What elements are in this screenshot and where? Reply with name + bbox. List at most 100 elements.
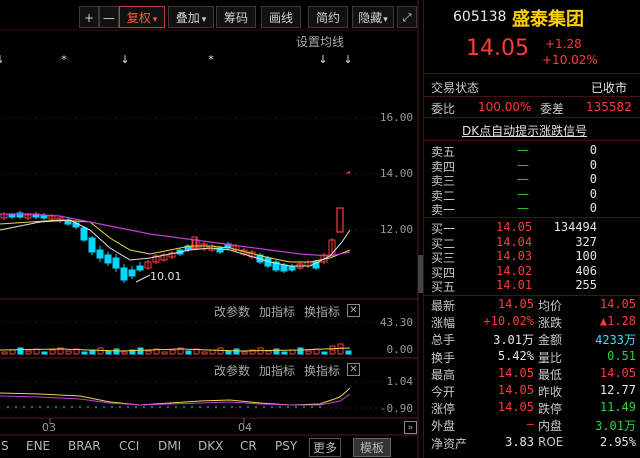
huaxian-button[interactable]: 画线: [261, 6, 301, 28]
fullscreen-icon[interactable]: ⤢: [397, 6, 417, 28]
tab-more[interactable]: 更多: [309, 438, 342, 457]
volume-bar: [305, 350, 312, 355]
volume-bar: [113, 348, 120, 355]
signal-link[interactable]: DK点自动提示涨跌信号: [462, 122, 587, 139]
event-marker-icon: *: [208, 53, 214, 66]
stock-code: 605138: [453, 9, 507, 25]
add-indicator-button[interactable]: 加指标: [259, 362, 295, 379]
sell-level-price: —: [517, 186, 529, 201]
stat-label: ROE: [538, 434, 564, 449]
switch-indicator-button[interactable]: 换指标: [304, 362, 340, 379]
price-axis-label: 12.00: [379, 223, 413, 236]
volume-bar: [97, 347, 104, 355]
indicator-axis-label: 43.30: [379, 316, 413, 329]
ma-line-white: [0, 219, 351, 267]
weicha-label: 委差: [540, 102, 565, 116]
stat-label: 内盘: [538, 419, 563, 434]
tab-cr[interactable]: CR: [240, 439, 257, 453]
sell-level-volume: 0: [589, 157, 597, 172]
event-marker-icon: *: [61, 53, 67, 66]
volume-bar: [105, 350, 112, 355]
candle-body: [336, 207, 344, 233]
chouma-button[interactable]: 筹码: [216, 6, 256, 28]
buy-level-volume: 134494: [553, 220, 597, 234]
volume-bar: [201, 351, 208, 355]
volume-bar: [81, 351, 88, 355]
diejia-label: 叠加: [175, 11, 200, 25]
stat-label: 今开: [431, 385, 456, 399]
low-pointer: [135, 274, 151, 283]
volume-bar: [65, 350, 72, 355]
stat-label: 昨收: [538, 385, 563, 399]
volume-bar: [49, 349, 56, 355]
volume-bar: [345, 350, 352, 355]
fuquan-dropdown[interactable]: 复权 ▾: [119, 6, 165, 28]
stat-value: 3.83: [505, 434, 534, 449]
candle-body: [88, 237, 96, 253]
weibi-label: 委比: [431, 102, 456, 116]
tab-dmi[interactable]: DMI: [158, 439, 181, 453]
ma-settings-link[interactable]: 设置均线: [296, 33, 344, 50]
stat-value: +10.02%: [483, 314, 534, 329]
fuquan-label: 复权: [126, 11, 151, 25]
oscillator-line: [0, 387, 351, 406]
change-params-button[interactable]: 改参数: [214, 362, 250, 379]
oscillator-signal-line: [0, 393, 351, 406]
stat-label: 金额: [538, 333, 563, 348]
volume-bar: [241, 351, 248, 355]
close-icon[interactable]: ✕: [347, 304, 360, 317]
buy-level-volume: 255: [575, 278, 597, 293]
status-label: 交易状态: [431, 81, 480, 95]
stock-name: 盛泰集团: [512, 9, 584, 30]
low-price-marker: 10.01: [150, 270, 182, 283]
tab-cci[interactable]: CCI: [119, 439, 139, 453]
volume-bar: [137, 347, 144, 355]
buy-level-price: 14.04: [496, 234, 533, 249]
stat-label: 涨幅: [431, 316, 456, 331]
tab-template[interactable]: 模板: [353, 438, 392, 457]
sell-level-label: 卖一: [431, 203, 456, 218]
volume-bar: [1, 351, 8, 355]
change-params-button[interactable]: 改参数: [214, 303, 250, 320]
stat-value: 11.49: [599, 400, 636, 415]
stat-label: 量比: [538, 350, 563, 365]
zoom-out-button[interactable]: —: [99, 6, 119, 28]
stat-value: 14.05: [497, 297, 534, 311]
kline-chart[interactable]: ↓ * ↓ * ↓ ↓: [0, 0, 423, 458]
sell-level-price: —: [517, 157, 529, 172]
tab-ene[interactable]: ENE: [26, 439, 50, 453]
candle-body: [128, 269, 136, 277]
switch-indicator-button[interactable]: 换指标: [304, 303, 340, 320]
event-marker-icon: ↓: [120, 53, 129, 66]
candle-body: [136, 265, 144, 271]
candle-body: [8, 214, 16, 218]
zoom-in-button[interactable]: +: [79, 6, 99, 28]
yincang-label: 隐藏: [358, 11, 383, 25]
volume-bar: [121, 351, 128, 355]
tab-s[interactable]: S: [1, 439, 9, 453]
volume-bar: [265, 350, 272, 355]
stat-value: 14.05: [497, 383, 534, 397]
candle-body: [104, 254, 112, 264]
diejia-dropdown[interactable]: 叠加 ▾: [168, 6, 214, 28]
price-axis-label: 16.00: [379, 111, 413, 124]
yincang-dropdown[interactable]: 隐藏▾: [352, 6, 394, 28]
tab-dkx[interactable]: DKX: [198, 439, 223, 453]
stat-value: 3.01万: [595, 419, 636, 434]
close-icon[interactable]: ✕: [347, 363, 360, 376]
candle-body: [280, 264, 288, 272]
add-indicator-button[interactable]: 加指标: [259, 303, 295, 320]
volume-bar: [9, 349, 16, 355]
tab-brar[interactable]: BRAR: [68, 439, 101, 453]
price-axis-label: 14.00: [379, 167, 413, 180]
status-value: 已收市: [591, 81, 628, 95]
tab-psy[interactable]: PSY: [275, 439, 297, 453]
stat-value: ▲1.28: [599, 314, 636, 329]
buy-level-label: 买五: [431, 280, 456, 295]
double-chevron-icon[interactable]: »: [404, 421, 417, 434]
stat-label: 最低: [538, 367, 563, 382]
jianyue-button[interactable]: 简约: [308, 6, 348, 28]
stat-label: 净资产: [431, 436, 468, 451]
weicha-value: 135582: [586, 100, 632, 114]
volume-bar: [41, 351, 48, 355]
